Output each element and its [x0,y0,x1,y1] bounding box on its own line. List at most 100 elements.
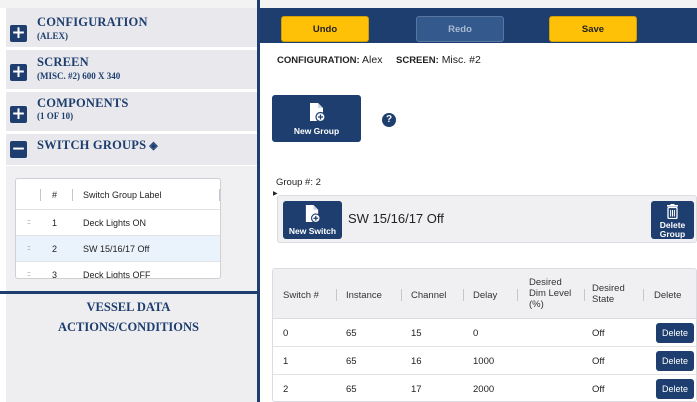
undo-button[interactable]: Undo [281,16,369,42]
desired-state: Off [592,328,605,339]
configuration-label: CONFIGURATION: [277,55,360,66]
components-title: COMPONENTS [37,96,129,110]
group-card: New Switch SW 15/16/17 Off Delete Group [277,195,697,243]
switch-number: 0 [283,328,289,339]
group-number: Group #: 2 [276,177,321,188]
table-row[interactable]: ::: 2 SW 15/16/17 Off [16,236,220,262]
column-header-label: Switch Group Label [83,190,162,200]
screen-value: Misc. #2 [441,54,481,66]
channel: 15 [411,328,422,339]
group-name[interactable]: SW 15/16/17 Off [348,211,444,226]
screen-title: SCREEN [37,55,89,69]
channel: 16 [411,356,422,367]
drag-handle-icon[interactable]: ::: [27,219,31,226]
table-row[interactable]: ::: 1 Deck Lights ON [16,210,220,236]
toolbar: Undo Redo Save [260,8,697,43]
new-file-icon [308,102,326,122]
row-number: 2 [52,244,58,254]
delete-switch-button[interactable]: Delete [656,323,694,343]
new-switch-button[interactable]: New Switch [283,201,342,239]
column-divider [401,289,402,301]
desired-state: Off [592,384,605,395]
drag-handle-icon[interactable]: ::: [27,271,31,278]
collapse-switch-groups-button[interactable]: − [10,141,27,158]
column-divider [463,289,464,301]
column-header-delete: Delete [654,290,682,301]
table-row: 2 65 17 2000 Off Delete [273,375,696,401]
state-header-line-1: Desired [592,283,625,294]
left-panel: + CONFIGURATION (ALEX) + SCREEN (MISC. #… [0,0,257,402]
components-subtitle: (1 OF 10) [37,111,74,121]
expand-screen-button[interactable]: + [10,64,27,81]
configuration-subtitle: (ALEX) [37,31,68,41]
expand-configuration-button[interactable]: + [10,25,27,42]
new-file-icon [304,204,321,223]
row-label: Deck Lights OFF [83,270,151,279]
column-divider [643,289,644,301]
state-header-line-2: State [592,294,615,305]
toolbar-top-strip [260,0,697,8]
switch-groups-title: SWITCH GROUPS [37,138,147,152]
delay: 0 [473,328,479,339]
help-icon[interactable]: ? [382,113,396,127]
new-group-button[interactable]: New Group [272,95,361,142]
plus-icon: + [11,23,26,43]
diamond-icon: ◈ [149,140,158,152]
minus-icon: − [11,139,26,159]
vessel-data-header[interactable]: VESSEL DATA [0,300,257,315]
configuration-info: CONFIGURATION: Alex [277,54,382,66]
column-header-state: Desired State [592,283,625,305]
accordion-screen[interactable]: + SCREEN (MISC. #2) 600 X 340 [6,50,257,90]
table-header: Switch # Instance Channel Delay Desired … [273,269,696,319]
delete-switch-button[interactable]: Delete [656,379,694,399]
screen-subtitle: (MISC. #2) 600 X 340 [37,71,121,81]
configuration-title: CONFIGURATION [37,15,148,29]
configuration-value: Alex [362,54,383,66]
screen-info: SCREEN: Misc. #2 [396,54,481,66]
new-group-label: New Group [293,126,340,136]
actions-conditions-header[interactable]: ACTIONS/CONDITIONS [0,320,257,335]
accordion-configuration[interactable]: + CONFIGURATION (ALEX) [6,8,257,48]
switch-number: 1 [283,356,289,367]
column-divider [72,189,73,201]
instance: 65 [346,384,357,395]
accordion-switch-groups[interactable]: − SWITCH GROUPS ◈ [6,134,257,166]
switch-group-table: # Switch Group Label ::: 1 Deck Lights O… [15,178,221,279]
dim-header-line-1: Desired [529,277,562,288]
plus-icon: + [11,104,26,124]
channel: 17 [411,384,422,395]
table-header: # Switch Group Label [16,179,220,210]
redo-button[interactable]: Redo [416,16,504,42]
instance: 65 [346,356,357,367]
column-header-switch: Switch # [283,290,319,301]
trash-icon [666,204,679,219]
column-header-delay: Delay [473,290,498,301]
delete-group-label-2: Group [659,229,686,239]
desired-state: Off [592,356,605,367]
plus-icon: + [11,62,26,82]
left-top-strip [0,0,257,8]
save-button[interactable]: Save [549,16,637,42]
column-divider [40,189,41,201]
accordion-components[interactable]: + COMPONENTS (1 OF 10) [6,92,257,132]
right-panel: Undo Redo Save CONFIGURATION: Alex SCREE… [260,0,697,402]
table-row: 1 65 16 1000 Off Delete [273,347,696,375]
drag-handle-icon[interactable]: ::: [27,245,31,252]
delete-group-button[interactable]: Delete Group [651,201,694,239]
table-row: 0 65 15 0 Off Delete [273,319,696,347]
delay: 2000 [473,384,495,395]
table-row[interactable]: ::: 3 Deck Lights OFF [16,262,220,279]
new-switch-label: New Switch [288,226,337,236]
dim-header-line-2: Dim Level [529,288,572,299]
switch-table: Switch # Instance Channel Delay Desired … [272,268,697,402]
column-header-instance: Instance [346,290,382,301]
delete-switch-button[interactable]: Delete [656,351,694,371]
column-header-channel: Channel [411,290,447,301]
column-divider [517,289,518,301]
column-divider [584,289,585,301]
screen-label: SCREEN: [396,55,439,66]
row-number: 3 [52,270,58,279]
column-header-number: # [52,190,58,200]
delay: 1000 [473,356,495,367]
expand-components-button[interactable]: + [10,106,27,123]
